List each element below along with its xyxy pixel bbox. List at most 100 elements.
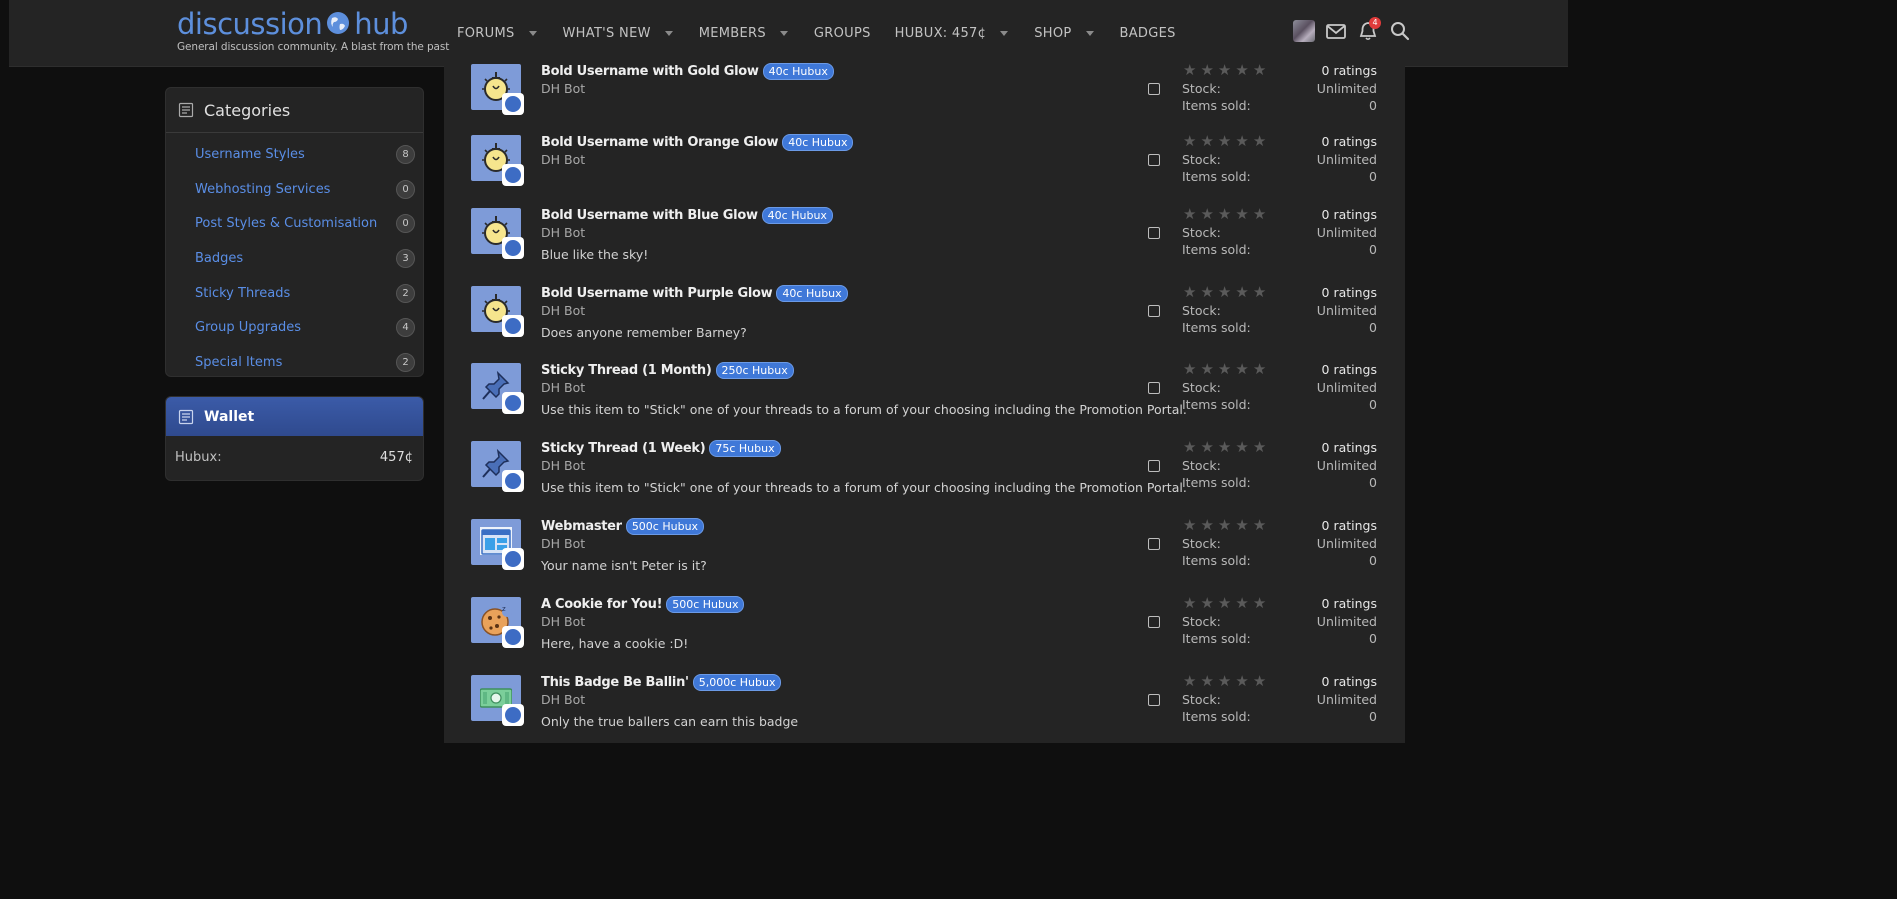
- wallet-value: 457¢: [379, 450, 413, 465]
- item-title[interactable]: Bold Username with Blue Glow: [541, 208, 758, 223]
- items-sold-label: Items sold:: [1182, 169, 1251, 184]
- nav-badges[interactable]: BADGES: [1120, 26, 1176, 41]
- star-icon: ★: [1252, 283, 1267, 301]
- chevron-down-icon[interactable]: [1000, 30, 1009, 36]
- search-icon[interactable]: [1389, 20, 1411, 42]
- item-ratings: 0 ratings: [1321, 285, 1377, 300]
- item-select-checkbox[interactable]: [1148, 694, 1160, 706]
- item-price-badge: 40c Hubux: [761, 207, 833, 224]
- star-icon: ★: [1217, 594, 1232, 612]
- item-thumbnail[interactable]: [471, 286, 524, 337]
- seller-avatar-icon: [502, 392, 524, 414]
- chevron-down-icon[interactable]: [528, 30, 537, 36]
- notifications-button[interactable]: 4: [1357, 17, 1381, 42]
- item-select-checkbox[interactable]: [1148, 83, 1160, 95]
- item-author[interactable]: DH Bot: [541, 303, 585, 318]
- item-title[interactable]: A Cookie for You!: [541, 597, 663, 612]
- stock-label: Stock:: [1182, 536, 1221, 551]
- nav-shop[interactable]: SHOP: [1034, 26, 1107, 41]
- star-icon: ★: [1217, 438, 1232, 456]
- item-title[interactable]: Bold Username with Gold Glow: [541, 64, 759, 79]
- item-description: Use this item to "Stick" one of your thr…: [541, 402, 1187, 417]
- item-thumbnail[interactable]: [471, 363, 524, 414]
- item-select-checkbox[interactable]: [1148, 616, 1160, 628]
- item-ratings: 0 ratings: [1321, 362, 1377, 377]
- items-sold-value: 0: [1369, 553, 1377, 568]
- item-select-checkbox[interactable]: [1148, 538, 1160, 550]
- item-thumbnail[interactable]: [471, 519, 524, 570]
- star-icon: ★: [1183, 132, 1197, 150]
- item-thumbnail[interactable]: [471, 441, 524, 492]
- chevron-down-icon[interactable]: [664, 30, 673, 36]
- item-author[interactable]: DH Bot: [541, 225, 585, 240]
- star-icon: ★: [1252, 516, 1267, 534]
- chevron-down-icon[interactable]: [1085, 30, 1094, 36]
- item-price-badge: 500c Hubux: [666, 596, 745, 613]
- category-username-styles[interactable]: Username Styles 8: [166, 137, 423, 172]
- items-sold-value: 0: [1369, 397, 1377, 412]
- item-author[interactable]: DH Bot: [541, 536, 585, 551]
- wallet-label: Hubux:: [175, 450, 222, 465]
- item-thumbnail[interactable]: [471, 675, 524, 726]
- item-author[interactable]: DH Bot: [541, 81, 585, 96]
- item-thumbnail[interactable]: [471, 135, 524, 186]
- item-ratings: 0 ratings: [1321, 440, 1377, 455]
- nav-forums[interactable]: FORUMS: [457, 26, 551, 41]
- item-price-badge: 500c Hubux: [625, 518, 705, 535]
- item-title[interactable]: Bold Username with Purple Glow: [541, 286, 773, 301]
- categories-title: Categories: [204, 100, 291, 120]
- mail-icon[interactable]: [1325, 20, 1347, 42]
- item-description: Use this item to "Stick" one of your thr…: [541, 480, 1187, 495]
- nav-groups[interactable]: GROUPS: [814, 26, 871, 41]
- star-icon: ★: [1183, 205, 1197, 223]
- nav-hubux[interactable]: HUBUX: 457¢: [895, 26, 1023, 41]
- stock-label: Stock:: [1182, 614, 1221, 629]
- item-select-checkbox[interactable]: [1148, 227, 1160, 239]
- item-title[interactable]: Bold Username with Orange Glow: [541, 135, 779, 150]
- user-avatar[interactable]: [1293, 20, 1315, 42]
- category-webhosting-services[interactable]: Webhosting Services 0: [166, 172, 423, 207]
- item-author[interactable]: DH Bot: [541, 152, 585, 167]
- star-icon: ★: [1235, 672, 1249, 690]
- wallet-balance-row: Hubux: 457¢: [166, 436, 423, 465]
- stock-value: Unlimited: [1316, 536, 1377, 551]
- category-group-upgrades[interactable]: Group Upgrades 4: [166, 310, 423, 345]
- item-author[interactable]: DH Bot: [541, 380, 585, 395]
- category-post-styles[interactable]: Post Styles & Customisation 0: [166, 206, 423, 241]
- item-ratings: 0 ratings: [1321, 134, 1377, 149]
- item-author[interactable]: DH Bot: [541, 692, 585, 707]
- item-author[interactable]: DH Bot: [541, 458, 585, 473]
- item-select-checkbox[interactable]: [1148, 460, 1160, 472]
- category-badges[interactable]: Badges 3: [166, 241, 423, 276]
- item-select-checkbox[interactable]: [1148, 305, 1160, 317]
- category-count: 3: [396, 248, 415, 268]
- item-thumbnail[interactable]: [471, 64, 524, 115]
- category-label: Special Items: [195, 354, 283, 370]
- shop-item-row: Webmaster 500c Hubux DH Bot Your name is…: [444, 516, 1405, 597]
- star-icon: ★: [1235, 516, 1249, 534]
- logo-text-left: discussion: [177, 7, 323, 41]
- star-icon: ★: [1183, 594, 1197, 612]
- star-icon: ★: [1217, 672, 1232, 690]
- stock-label: Stock:: [1182, 692, 1221, 707]
- item-title[interactable]: Sticky Thread (1 Week): [541, 441, 706, 456]
- nav-whats-new[interactable]: WHAT'S NEW: [563, 26, 687, 41]
- item-title[interactable]: Webmaster: [541, 519, 622, 534]
- item-thumbnail[interactable]: [471, 208, 524, 259]
- chevron-down-icon[interactable]: [779, 30, 788, 36]
- star-icon: ★: [1183, 360, 1197, 378]
- item-select-checkbox[interactable]: [1148, 382, 1160, 394]
- category-label: Sticky Threads: [195, 285, 291, 301]
- seller-avatar-icon: [502, 315, 524, 337]
- item-thumbnail[interactable]: z: [471, 597, 524, 648]
- site-logo[interactable]: discussion hub General discussion commun…: [177, 8, 449, 53]
- category-sticky-threads[interactable]: Sticky Threads 2: [166, 276, 423, 311]
- item-title[interactable]: This Badge Be Ballin': [541, 675, 689, 690]
- nav-members[interactable]: MEMBERS: [699, 26, 802, 41]
- item-author[interactable]: DH Bot: [541, 614, 585, 629]
- star-icon: ★: [1252, 438, 1267, 456]
- category-special-items[interactable]: Special Items 2: [166, 345, 423, 376]
- star-icon: ★: [1200, 438, 1214, 456]
- item-title[interactable]: Sticky Thread (1 Month): [541, 363, 712, 378]
- item-select-checkbox[interactable]: [1148, 154, 1160, 166]
